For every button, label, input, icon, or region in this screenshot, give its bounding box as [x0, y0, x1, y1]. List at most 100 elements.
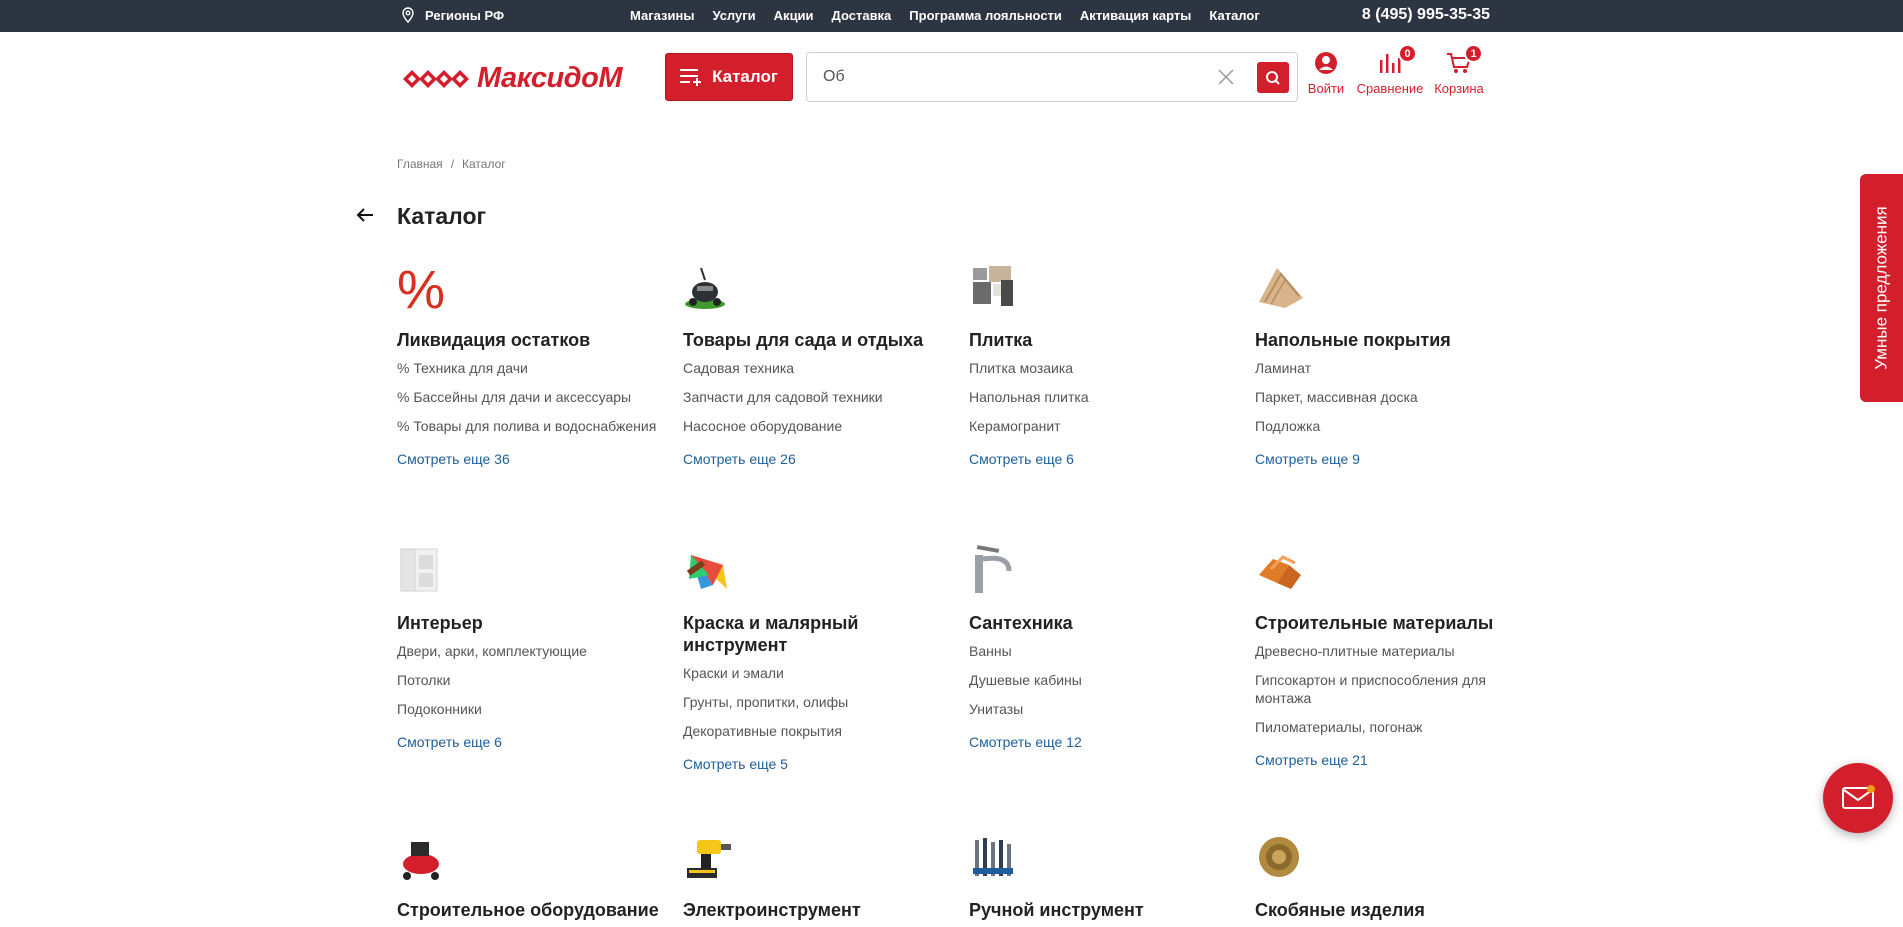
search-box	[806, 52, 1298, 102]
compressor-icon	[403, 842, 439, 880]
show-more-link[interactable]: Смотреть еще 6	[397, 734, 667, 750]
category-subitem[interactable]: Напольная плитка	[969, 388, 1239, 406]
region-label: Регионы РФ	[425, 7, 505, 23]
faucet-icon	[975, 545, 1012, 593]
category-subitem[interactable]: Душевые кабины	[969, 671, 1239, 689]
laminate-icon	[1259, 268, 1303, 308]
category-subitem[interactable]: Плитка мозаика	[969, 359, 1239, 377]
drill-icon	[687, 840, 731, 878]
category-subitem[interactable]: Подложка	[1255, 417, 1525, 435]
category-title[interactable]: Товары для сада и отдыха	[683, 329, 953, 351]
category-title[interactable]: Ликвидация остатков	[397, 329, 667, 351]
category-subitem[interactable]: Потолки	[397, 671, 667, 689]
topnav-delivery[interactable]: Доставка	[832, 8, 892, 23]
category-tile: Плитка Плитка мозаика Напольная плитка К…	[969, 262, 1239, 467]
category-subitem[interactable]: Краски и эмали	[683, 664, 953, 682]
category-paint: Краска и малярный инструмент Краски и эм…	[683, 545, 953, 772]
percent-icon: %	[397, 260, 445, 320]
region-selector[interactable]: Регионы РФ	[401, 7, 504, 23]
category-hardware: Скобяные изделия	[1255, 832, 1525, 927]
paint-icon	[686, 555, 727, 589]
header: МаксидоМ Каталог Войти 0 Сравнение 1 Кор…	[0, 32, 1903, 122]
catalog-button-label: Каталог	[712, 67, 778, 86]
category-power-tools: Электроинструмент	[683, 832, 953, 927]
compare-badge: 0	[1398, 44, 1417, 63]
category-subitem[interactable]: Ванны	[969, 642, 1239, 660]
logo[interactable]: МаксидоМ	[401, 62, 622, 95]
show-more-link[interactable]: Смотреть еще 26	[683, 451, 953, 467]
topnav-services[interactable]: Услуги	[712, 8, 755, 23]
category-building-equipment: Строительное оборудование	[397, 832, 667, 927]
location-pin-icon	[402, 7, 414, 23]
search-input[interactable]	[823, 66, 1203, 88]
category-subitem[interactable]: Паркет, массивная доска	[1255, 388, 1525, 406]
breadcrumb: Главная / Каталог	[397, 157, 506, 171]
mail-icon	[1842, 785, 1875, 809]
compare-button[interactable]: 0 Сравнение	[1355, 44, 1425, 96]
category-subitem[interactable]: Запчасти для садовой техники	[683, 388, 953, 406]
smart-offers-label: Умные предложения	[1871, 206, 1891, 370]
category-title[interactable]: Электроинструмент	[683, 899, 953, 921]
category-subitem[interactable]: % Техника для дачи	[397, 359, 667, 377]
category-subitem[interactable]: % Товары для полива и водоснабжения	[397, 417, 667, 435]
category-title[interactable]: Интерьер	[397, 612, 667, 634]
show-more-link[interactable]: Смотреть еще 12	[969, 734, 1239, 750]
category-subitem[interactable]: Декоративные покрытия	[683, 722, 953, 740]
show-more-link[interactable]: Смотреть еще 21	[1255, 752, 1525, 768]
logo-diamonds-icon	[403, 69, 469, 88]
category-subitem[interactable]: Садовая техника	[683, 359, 953, 377]
category-subitem[interactable]: % Бассейны для дачи и аксессуары	[397, 388, 667, 406]
catalog-menu-icon	[680, 69, 702, 86]
category-plumbing: Сантехника Ванны Душевые кабины Унитазы …	[969, 545, 1239, 750]
smart-offers-tab[interactable]: Умные предложения	[1860, 174, 1903, 402]
phone-number[interactable]: 8 (495) 995-35-35	[1362, 6, 1490, 24]
catalog-button[interactable]: Каталог	[665, 53, 793, 101]
category-subitem[interactable]: Ламинат	[1255, 359, 1525, 377]
category-subitem[interactable]: Керамогранит	[969, 417, 1239, 435]
category-subitem[interactable]: Гипсокартон и приспособления для монтажа	[1255, 671, 1525, 707]
category-subitem[interactable]: Насосное оборудование	[683, 417, 953, 435]
topnav-stores[interactable]: Магазины	[630, 8, 694, 23]
topnav-loyalty[interactable]: Программа лояльности	[909, 8, 1062, 23]
top-bar: Регионы РФ Магазины Услуги Акции Доставк…	[0, 0, 1903, 32]
show-more-link[interactable]: Смотреть еще 5	[683, 756, 953, 772]
category-subitem[interactable]: Унитазы	[969, 700, 1239, 718]
breadcrumb-home[interactable]: Главная	[397, 157, 443, 171]
clear-icon[interactable]	[1217, 68, 1235, 86]
category-liquidation: % Ликвидация остатков % Техника для дачи…	[397, 260, 667, 467]
category-title[interactable]: Сантехника	[969, 612, 1239, 634]
show-more-link[interactable]: Смотреть еще 36	[397, 451, 667, 467]
category-flooring: Напольные покрытия Ламинат Паркет, масси…	[1255, 262, 1525, 467]
lawn-mower-icon	[685, 267, 725, 309]
door-knob-icon	[1259, 837, 1299, 877]
login-button[interactable]: Войти	[1305, 50, 1347, 96]
header-actions: Войти 0 Сравнение 1 Корзина	[1305, 44, 1495, 96]
category-subitem[interactable]: Древесно-плитные материалы	[1255, 642, 1525, 660]
feedback-button[interactable]	[1823, 763, 1893, 833]
category-subitem[interactable]: Двери, арки, комплектующие	[397, 642, 667, 660]
back-arrow-icon[interactable]	[354, 204, 376, 226]
category-subitem[interactable]: Грунты, пропитки, олифы	[683, 693, 953, 711]
bricks-icon	[1259, 555, 1301, 589]
login-label: Войти	[1307, 81, 1345, 96]
topnav-promotions[interactable]: Акции	[774, 8, 814, 23]
category-title[interactable]: Краска и малярный инструмент	[683, 612, 953, 656]
show-more-link[interactable]: Смотреть еще 6	[969, 451, 1239, 467]
category-subitem[interactable]: Подоконники	[397, 700, 667, 718]
category-title[interactable]: Напольные покрытия	[1255, 329, 1525, 351]
cart-button[interactable]: 1 Корзина	[1431, 44, 1487, 96]
category-title[interactable]: Строительные материалы	[1255, 612, 1525, 634]
category-subitem[interactable]: Пиломатериалы, погонаж	[1255, 718, 1525, 736]
category-title[interactable]: Ручной инструмент	[969, 899, 1239, 921]
show-more-link[interactable]: Смотреть еще 9	[1255, 451, 1525, 467]
category-garden: Товары для сада и отдыха Садовая техника…	[683, 262, 953, 467]
cart-badge: 1	[1464, 44, 1483, 63]
topnav-card-activation[interactable]: Активация карты	[1080, 8, 1191, 23]
top-nav: Магазины Услуги Акции Доставка Программа…	[630, 8, 1260, 23]
category-title[interactable]: Скобяные изделия	[1255, 899, 1525, 921]
category-title[interactable]: Строительное оборудование	[397, 899, 667, 921]
category-interior: Интерьер Двери, арки, комплектующие Пото…	[397, 545, 667, 750]
search-button[interactable]	[1257, 62, 1289, 93]
topnav-catalog[interactable]: Каталог	[1209, 8, 1259, 23]
category-title[interactable]: Плитка	[969, 329, 1239, 351]
